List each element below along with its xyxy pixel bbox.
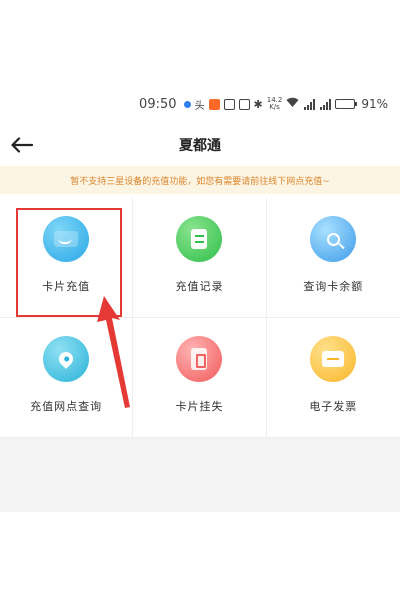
network-speed-unit: K/s (269, 103, 280, 111)
notice-text: 暂不支持三星设备的充值功能，如您有需要请前往线下网点充值~ (70, 176, 330, 187)
grid-item-label: 卡片挂失 (175, 400, 224, 413)
grid-item-card-balance[interactable]: 查询卡余额 (266, 198, 400, 318)
battery-percent: 91% (361, 97, 388, 111)
grid-item-label: 电子发票 (309, 400, 358, 413)
card-balance-icon (310, 216, 357, 262)
signal-icon-2 (319, 98, 332, 110)
network-speed: 14.2 K/s (267, 97, 283, 111)
status-time: 09:50 (139, 96, 177, 112)
back-button[interactable] (8, 132, 36, 158)
e-invoice-icon (310, 336, 357, 382)
notice-banner: 暂不支持三星设备的充值功能，如您有需要请前往线下网点充值~ (0, 166, 400, 194)
recharge-record-icon (176, 216, 223, 262)
nav-bar: 夏都通 (0, 128, 400, 162)
vibrate-icon (238, 98, 250, 110)
page-title: 夏都通 (179, 138, 221, 154)
battery-icon (335, 99, 358, 109)
app-notification-icon-2 (208, 98, 220, 110)
empty-background-area (0, 438, 400, 512)
grid-item-label: 查询卡余额 (303, 280, 364, 293)
function-grid: 卡片充值 充值记录 查询卡余额 充值网点查询 卡片挂失 电子发票 (0, 198, 400, 438)
bluetooth-icon: ✱ (253, 97, 263, 111)
status-bar: 09:50 头 ✱ 14.2 K/s 91% (0, 92, 400, 116)
grid-item-e-invoice[interactable]: 电子发票 (266, 318, 400, 438)
recharge-outlet-icon (43, 336, 90, 382)
notification-dot-icon (183, 100, 191, 108)
grid-item-recharge-record[interactable]: 充值记录 (133, 198, 267, 318)
grid-item-recharge-outlet[interactable]: 充值网点查询 (0, 318, 134, 438)
signal-icon-1 (303, 98, 316, 110)
nfc-icon (223, 98, 235, 110)
wifi-icon (286, 97, 299, 111)
grid-item-label: 充值记录 (175, 280, 224, 293)
grid-item-card-recharge[interactable]: 卡片充值 (0, 198, 134, 318)
back-arrow-icon (11, 137, 33, 153)
app-notification-icon: 头 (194, 100, 205, 112)
card-recharge-icon (43, 216, 90, 262)
card-lost-icon (176, 336, 223, 382)
grid-item-card-lost[interactable]: 卡片挂失 (133, 318, 267, 438)
grid-item-label: 充值网点查询 (30, 400, 103, 413)
grid-item-label: 卡片充值 (42, 280, 91, 293)
